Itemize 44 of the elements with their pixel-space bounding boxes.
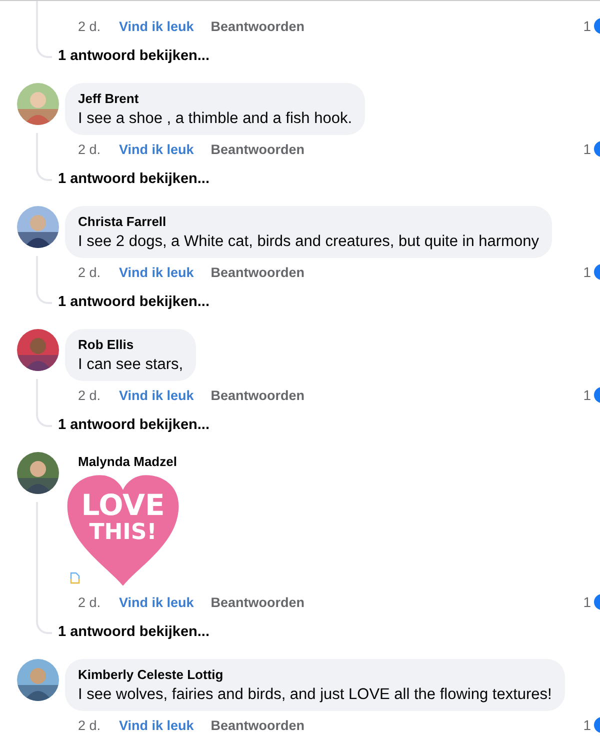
author-name[interactable]: Malynda Madzel <box>78 453 177 470</box>
comment-time: 2 d. <box>78 18 102 34</box>
like-link[interactable]: Vind ik leuk <box>119 388 194 402</box>
comment-text: I see a shoe , a thimble and a fish hook. <box>78 109 352 129</box>
comment-time: 2 d. <box>78 594 102 610</box>
comment-text: I see 2 dogs, a White cat, birds and creatures, but quite in harmony <box>78 232 539 252</box>
reply-link[interactable]: Beantwoorden <box>210 718 305 732</box>
reaction-count: 1 <box>583 717 591 733</box>
thread-line <box>36 379 52 427</box>
reply-link[interactable]: Beantwoorden <box>210 142 305 156</box>
like-link[interactable]: Vind ik leuk <box>119 718 194 732</box>
document-icon[interactable] <box>70 572 80 584</box>
reply-link[interactable]: Beantwoorden <box>210 594 305 610</box>
thread-line <box>36 1 52 58</box>
view-replies-link[interactable]: 1 antwoord bekijken... <box>58 417 210 433</box>
thread-line <box>36 133 52 181</box>
reaction-count: 1 <box>583 387 591 403</box>
view-replies-link[interactable]: 1 antwoord bekijken... <box>58 171 210 187</box>
reaction-count: 1 <box>583 141 591 157</box>
author-name[interactable]: Kimberly Celeste Lottig <box>78 666 552 683</box>
like-link[interactable]: Vind ik leuk <box>119 594 194 610</box>
reply-link[interactable]: Beantwoorden <box>210 18 305 34</box>
author-name[interactable]: Christa Farrell <box>78 213 539 230</box>
reaction-count: 1 <box>583 594 591 610</box>
thread-line <box>36 256 52 304</box>
view-replies-link[interactable]: 1 antwoord bekijken... <box>58 294 210 310</box>
comment-time: 2 d. <box>78 142 102 156</box>
like-link[interactable]: Vind ik leuk <box>119 264 194 280</box>
comment-time: 2 d. <box>78 388 102 402</box>
comment-text: I can see stars, <box>78 355 184 375</box>
author-name[interactable]: Rob Ellis <box>78 336 184 353</box>
comment-time: 2 d. <box>78 718 102 732</box>
comment-text: I see wolves, fairies and birds, and just LOVE all the flowing textures! <box>78 685 552 705</box>
heart-sticker: LOVE THIS! <box>65 474 181 588</box>
like-link[interactable]: Vind ik leuk <box>119 18 194 34</box>
author-name[interactable]: Jeff Brent <box>78 90 352 107</box>
view-replies-link[interactable]: 1 antwoord bekijken... <box>58 48 210 64</box>
like-link[interactable]: Vind ik leuk <box>119 142 194 156</box>
reaction-count: 1 <box>583 264 591 280</box>
comment-time: 2 d. <box>78 264 102 280</box>
reaction-count: 1 <box>583 18 591 34</box>
view-replies-link[interactable]: 1 antwoord bekijken... <box>58 624 210 640</box>
reply-link[interactable]: Beantwoorden <box>210 264 305 280</box>
reply-link[interactable]: Beantwoorden <box>210 388 305 402</box>
